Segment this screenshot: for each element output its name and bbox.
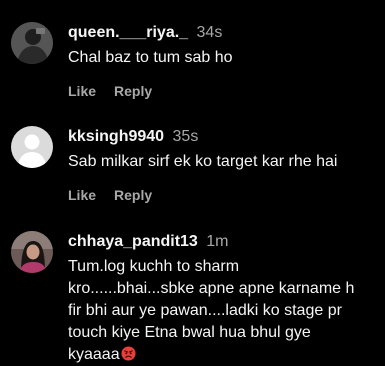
comment-text: Sab milkar sirf ek ko target kar rhe hai xyxy=(68,153,338,170)
comment-actions: Like Reply xyxy=(68,82,381,100)
reply-button[interactable]: Reply xyxy=(114,83,152,99)
angry-face-emoji-icon xyxy=(121,346,136,361)
username-link[interactable]: chhaya_pandit13 xyxy=(68,233,198,250)
username-link[interactable]: queen.___riya._ xyxy=(68,24,188,41)
reply-button[interactable]: Reply xyxy=(114,187,152,203)
comment-timestamp[interactable]: 35s xyxy=(173,128,199,145)
avatar[interactable] xyxy=(11,126,53,168)
comment-meta: chhaya_pandit13 1m xyxy=(68,232,381,252)
comment-meta: queen.___riya._ 34s xyxy=(68,23,381,43)
comment-text: Tum.log kuchh to sharm kro......bhai...s… xyxy=(68,256,381,366)
username-link[interactable]: kksingh9940 xyxy=(68,128,164,145)
comment-text-body: Tum.log kuchh to sharm kro......bhai...s… xyxy=(68,258,355,363)
avatar[interactable] xyxy=(11,231,53,273)
comment-timestamp[interactable]: 1m xyxy=(206,233,228,250)
like-button[interactable]: Like xyxy=(68,83,96,99)
avatar[interactable] xyxy=(11,22,53,64)
comment-meta: kksingh9940 35s xyxy=(68,127,381,147)
comment-text: Chal baz to tum sab ho xyxy=(68,49,233,66)
comment-actions: Like Reply xyxy=(68,186,381,204)
like-button[interactable]: Like xyxy=(68,187,96,203)
comment-timestamp[interactable]: 34s xyxy=(197,24,223,41)
